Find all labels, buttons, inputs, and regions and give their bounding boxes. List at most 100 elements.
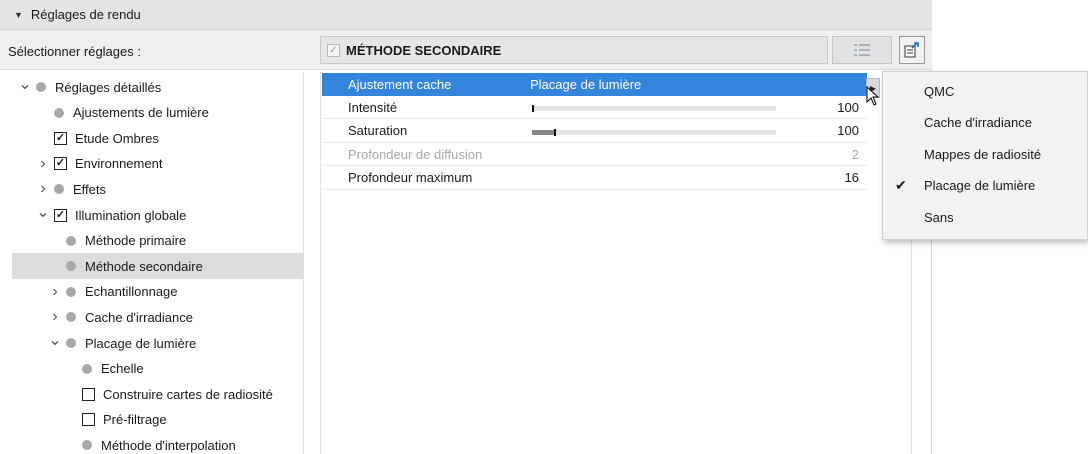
list-icon [854,44,870,56]
status-dot-icon [66,261,76,272]
tree-item-label: Illumination globale [75,207,187,223]
property-slider[interactable] [532,128,776,136]
tree-item-label: Echelle [101,361,144,377]
status-dot-icon [82,363,92,374]
slider-fill [532,129,554,135]
tree-item[interactable]: Pré-filtrage [12,407,303,433]
checkbox[interactable] [82,387,95,401]
export-button[interactable] [899,36,925,64]
tree-item-label: Etude Ombres [75,130,159,146]
status-dot-icon [36,82,46,92]
dropdown-option[interactable]: ✔ Placage de lumière [883,171,1087,201]
chevron-right-icon[interactable]: › [50,283,60,300]
property-number: 100 [837,99,859,115]
property-row[interactable]: Ajustement cache Placage de lumière [322,73,867,96]
status-dot-icon [66,286,76,297]
chevron-down-icon[interactable]: ⌄ [36,204,49,221]
property-name: Profondeur de diffusion [348,146,483,162]
tree-item-label: Environnement [75,156,163,172]
tree-item[interactable]: › Cache d'irradiance [12,304,303,330]
tree-item[interactable]: ⌄ ✓ Illumination globale [12,202,303,228]
tree-item[interactable]: › ✓ Environnement [12,151,303,177]
dropdown-option[interactable]: QMC [883,76,1087,106]
checkbox[interactable]: ✓ [54,131,67,145]
status-dot-icon [54,107,64,118]
checkmark-icon: ✔ [895,177,907,193]
method-checkbox[interactable]: ✓ [327,43,340,57]
property-number: 16 [844,170,859,186]
property-row[interactable]: Saturation 100 [322,120,867,143]
dropdown-option[interactable]: Cache d'irradiance [883,108,1087,138]
dropdown-option[interactable]: Mappes de radiosité [883,139,1087,169]
checkbox[interactable] [82,413,95,427]
settings-tree: ⌄ Réglages détaillés Ajustements de lumièr… [0,72,304,454]
tree-item[interactable]: › Echantillonnage [12,279,303,305]
property-name: Intensité [348,99,398,115]
checkbox[interactable]: ✓ [54,157,67,171]
status-dot-icon [66,235,76,246]
property-number: 100 [837,123,859,139]
dropdown-option-label: Placage de lumière [924,178,1036,193]
slider-knob[interactable] [553,128,556,136]
chevron-down-icon[interactable]: ⌄ [48,332,61,349]
panel-title: Réglages de rendu [30,7,141,22]
method-title: MÉTHODE SECONDAIRE [346,42,502,58]
tree-item-label: Ajustements de lumière [73,105,209,121]
tree-item[interactable]: ⌄ Réglages détaillés [12,74,303,100]
panel-header[interactable]: ▼ Réglages de rendu [0,0,932,30]
tree-item-label: Cache d'irradiance [85,309,193,325]
property-slider[interactable] [532,105,776,113]
tree-item-label: Méthode secondaire [85,258,203,274]
tree-item[interactable]: Ajustements de lumière [12,100,303,126]
property-row[interactable]: Profondeur maximum 16 [322,167,867,190]
tree-item[interactable]: ⌄ Placage de lumière [12,330,303,356]
chevron-right-icon[interactable]: › [38,180,48,197]
tree-item[interactable]: Méthode d'interpolation [12,432,303,454]
triangle-down-icon[interactable]: ▼ [14,10,23,20]
tree-item[interactable]: Construire cartes de radiosité [12,381,303,407]
export-icon [904,42,919,58]
slider-knob[interactable] [532,105,534,113]
chevron-down-icon[interactable]: ⌄ [18,76,31,93]
dropdown-option-label: Cache d'irradiance [924,115,1032,130]
properties-panel: Ajustement cache Placage de lumière Intens… [320,72,912,454]
dropdown-option-label: Mappes de radiosité [924,146,1042,162]
status-dot-icon [66,312,76,323]
tree-item[interactable]: Méthode primaire [12,228,303,254]
mouse-pointer-icon [866,86,880,106]
tree-item[interactable]: ✓ Etude Ombres [12,125,303,151]
property-name: Ajustement cache [348,77,452,92]
dropdown-option[interactable]: Sans [883,202,1087,232]
property-number: 2 [851,146,859,162]
tree-item[interactable]: Echelle [12,356,303,382]
property-name: Saturation [348,123,408,139]
property-name: Profondeur maximum [348,170,473,186]
dropdown-option-label: QMC [924,83,955,99]
tree-item[interactable]: Méthode secondaire [12,253,303,280]
property-row: Profondeur de diffusion 2 [322,143,867,167]
chevron-right-icon[interactable]: › [38,155,48,172]
tree-item-label: Effets [73,181,107,197]
list-view-button[interactable] [832,36,892,64]
status-dot-icon [82,440,92,451]
tree-item-label: Construire cartes de radiosité [103,386,273,402]
tree-item-label: Placage de lumière [85,335,197,351]
status-dot-icon [54,184,64,195]
status-dot-icon [66,338,76,348]
property-value[interactable]: Placage de lumière [530,77,641,92]
checkbox[interactable]: ✓ [54,208,67,222]
tree-item-label: Echantillonnage [85,284,178,300]
dropdown-option-label: Sans [924,209,954,225]
chevron-right-icon[interactable]: › [50,308,60,325]
tree-item[interactable]: › Effets [12,176,303,202]
tree-item-label: Méthode primaire [85,233,187,249]
select-settings-label: Sélectionner réglages : [8,44,141,59]
property-row[interactable]: Intensité 100 [322,96,867,120]
tree-item-label: Pré-filtrage [103,412,167,428]
